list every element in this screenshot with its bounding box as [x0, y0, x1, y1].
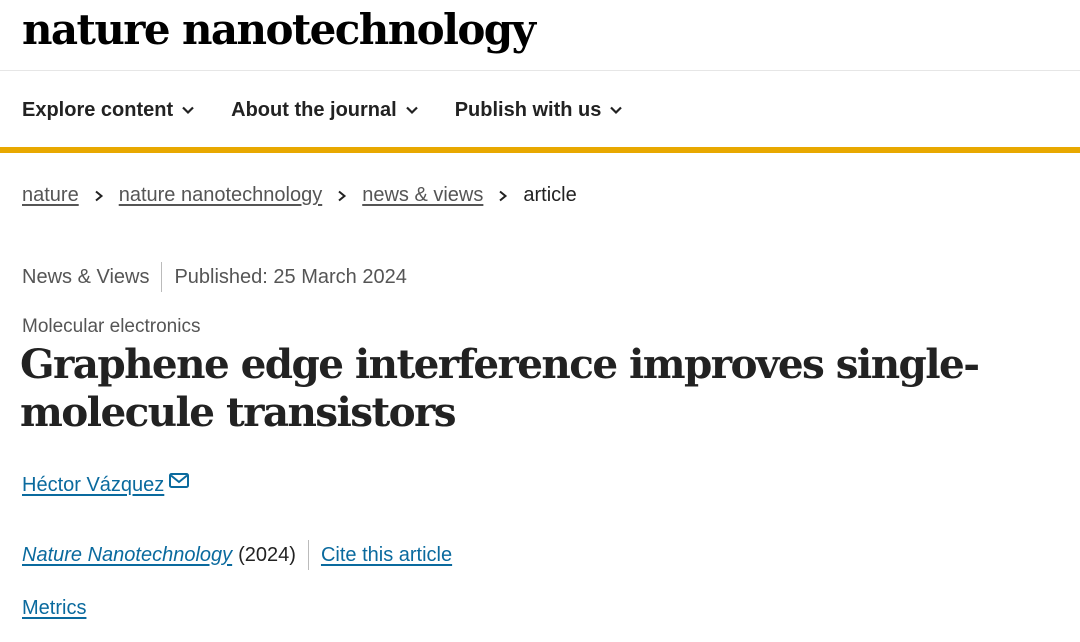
- main-nav: Explore content About the journal Publis…: [22, 94, 623, 126]
- article-subject[interactable]: Molecular electronics: [22, 316, 200, 338]
- breadcrumb-link-news-views[interactable]: news & views: [362, 184, 483, 207]
- nav-explore-content[interactable]: Explore content: [22, 94, 195, 126]
- nav-explore-content-label: Explore content: [22, 98, 174, 121]
- nav-publish-with-us-label: Publish with us: [454, 98, 602, 121]
- publication-year: (2024): [238, 543, 296, 566]
- article-title: Graphene edge interference improves sing…: [20, 340, 980, 436]
- journal-logo[interactable]: nature nanotechnology: [22, 2, 536, 58]
- nav-about-journal[interactable]: About the journal: [231, 94, 419, 126]
- accent-bar: [0, 147, 1080, 153]
- journal-link[interactable]: Nature Nanotechnology: [22, 544, 232, 567]
- article-type: News & Views: [22, 265, 150, 288]
- citation-row: Nature Nanotechnology (2024) Cite this a…: [22, 540, 452, 570]
- metrics-link[interactable]: Metrics: [22, 597, 86, 619]
- chevron-right-icon: [93, 189, 105, 203]
- breadcrumb-link-nature[interactable]: nature: [22, 184, 79, 207]
- nav-about-journal-label: About the journal: [231, 98, 397, 121]
- header-divider: [0, 70, 1080, 71]
- breadcrumb-current: article: [523, 184, 577, 206]
- article-meta: News & Views Published: 25 March 2024: [22, 262, 407, 292]
- chevron-down-icon: [181, 103, 195, 117]
- author-link[interactable]: Héctor Vázquez: [22, 474, 164, 497]
- chevron-right-icon: [336, 189, 348, 203]
- cite-article-link[interactable]: Cite this article: [321, 544, 452, 567]
- chevron-right-icon: [497, 189, 509, 203]
- chevron-down-icon: [405, 103, 419, 117]
- nav-publish-with-us[interactable]: Publish with us: [455, 94, 624, 126]
- breadcrumb-link-journal[interactable]: nature nanotechnology: [119, 184, 323, 207]
- metrics-row: Metrics: [22, 597, 86, 620]
- publish-date: Published: 25 March 2024: [174, 265, 407, 288]
- meta-divider: [161, 262, 163, 292]
- email-icon[interactable]: [168, 472, 190, 490]
- chevron-down-icon: [609, 103, 623, 117]
- author-list: Héctor Vázquez: [22, 472, 190, 497]
- breadcrumb: nature nature nanotechnology news & view…: [22, 184, 577, 207]
- citation-divider: [307, 540, 309, 570]
